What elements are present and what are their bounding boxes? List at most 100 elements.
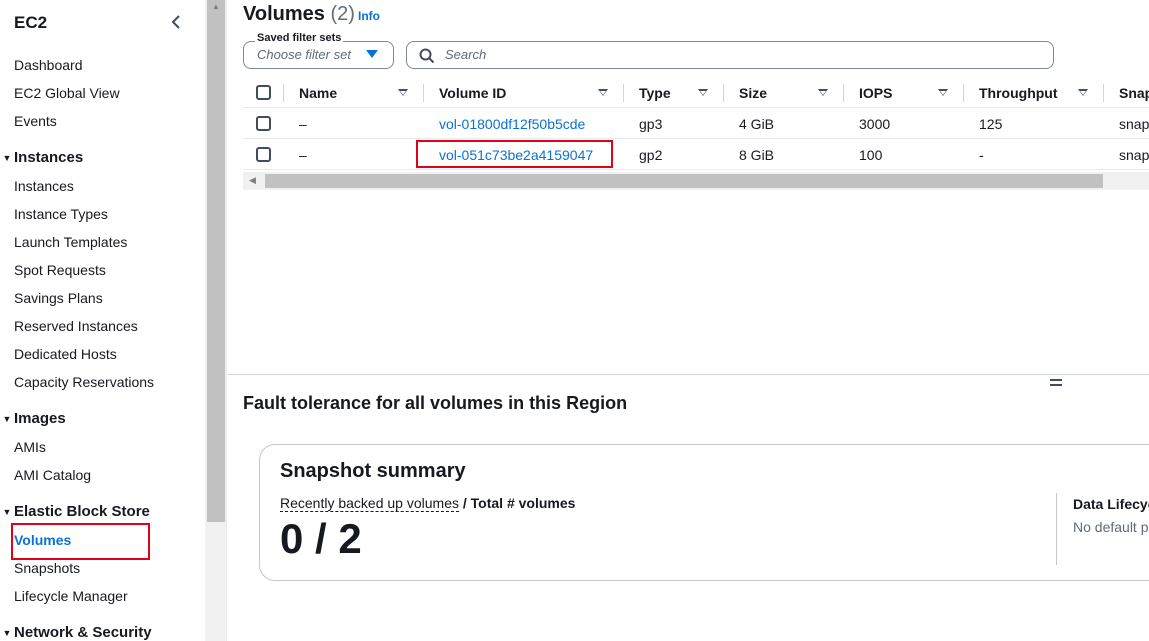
table-horizontal-scrollbar[interactable]: ◀ [243, 172, 1149, 190]
sidebar-item-amis[interactable]: AMIs [14, 439, 46, 455]
caret-down-icon [366, 50, 378, 58]
cell-size: 4 GiB [739, 115, 775, 132]
ec2-console: EC2 Dashboard EC2 Global View Events ▼ I… [0, 0, 1149, 641]
info-link[interactable]: Info [358, 9, 380, 23]
sort-icon[interactable] [938, 89, 948, 96]
sidebar-item-launch-templates[interactable]: Launch Templates [14, 234, 127, 250]
sidebar-section-label: Images [14, 410, 66, 427]
volume-count: (2) [330, 3, 355, 25]
sidebar-section-network-security[interactable]: ▼ Network & Security [0, 624, 152, 641]
page-title: Volumes (2) [243, 3, 355, 26]
saved-filter-set-label: Saved filter sets [255, 32, 344, 44]
sidebar-item-events[interactable]: Events [14, 113, 57, 129]
card-divider [1056, 493, 1057, 565]
column-separator [963, 84, 964, 102]
highlight-box [11, 523, 150, 560]
caret-down-icon: ▼ [2, 413, 12, 424]
column-header-volume-id[interactable]: Volume ID [439, 77, 506, 108]
column-header-name[interactable]: Name [299, 77, 337, 108]
split-panel-divider [228, 374, 1149, 375]
sidebar-section-images[interactable]: ▼ Images [0, 410, 66, 427]
cell-throughput: - [979, 146, 984, 163]
recently-backed-up-link[interactable]: Recently backed up volumes [280, 495, 459, 512]
column-separator [623, 84, 624, 102]
caret-down-icon: ▼ [2, 152, 12, 163]
cell-size: 8 GiB [739, 146, 775, 163]
scrollbar-thumb[interactable] [207, 0, 225, 522]
sidebar-section-instances[interactable]: ▼ Instances [0, 149, 84, 166]
sidebar-item-spot-requests[interactable]: Spot Requests [14, 262, 106, 278]
search-input[interactable]: Search [406, 41, 1054, 69]
column-separator [1103, 84, 1104, 102]
sidebar-section-elastic-block-store[interactable]: ▼ Elastic Block Store [0, 503, 150, 520]
total-volumes-label: / Total # volumes [459, 495, 576, 511]
sort-icon[interactable] [1078, 89, 1088, 96]
sidebar-item-instance-types[interactable]: Instance Types [14, 206, 108, 222]
scroll-up-icon[interactable]: ▲ [212, 2, 220, 11]
sidebar-section-label: Instances [14, 149, 84, 166]
main-content: Volumes (2) Info Saved filter sets Choos… [228, 0, 1149, 641]
volumes-table: Name Volume ID Type Size IOPS Throughput… [243, 77, 1149, 170]
sidebar-item-ami-catalog[interactable]: AMI Catalog [14, 467, 91, 483]
page-title-text: Volumes [243, 3, 325, 25]
scrollbar-thumb[interactable] [265, 174, 1103, 188]
column-header-type[interactable]: Type [639, 77, 671, 108]
search-placeholder: Search [445, 47, 487, 62]
fault-tolerance-title: Fault tolerance for all volumes in this … [243, 393, 628, 413]
cell-iops: 100 [859, 146, 883, 163]
sidebar-item-snapshots[interactable]: Snapshots [14, 560, 80, 576]
sidebar-section-label: Elastic Block Store [14, 503, 150, 520]
search-icon [419, 48, 435, 64]
cell-snapshot: snap [1119, 146, 1149, 163]
sidebar-item-ec2-global-view[interactable]: EC2 Global View [14, 85, 120, 101]
sort-icon[interactable] [398, 89, 408, 96]
sidebar-item-instances[interactable]: Instances [14, 178, 74, 194]
resize-handle-icon[interactable] [1050, 379, 1062, 389]
column-separator [423, 84, 424, 102]
sort-icon[interactable] [818, 89, 828, 96]
snapshot-summary-title: Snapshot summary [280, 460, 466, 482]
sidebar-nav: EC2 Dashboard EC2 Global View Events ▼ I… [0, 0, 205, 641]
scroll-left-icon[interactable]: ◀ [249, 175, 256, 186]
column-header-iops[interactable]: IOPS [859, 77, 892, 108]
cell-throughput: 125 [979, 115, 1003, 132]
cell-name: – [299, 146, 307, 163]
sidebar-section-label: Network & Security [14, 624, 152, 641]
saved-filter-set-select[interactable]: Saved filter sets Choose filter set [243, 32, 394, 69]
snapshot-summary-subtitle: Recently backed up volumes / Total # vol… [280, 495, 576, 512]
sidebar-title: EC2 [14, 13, 48, 32]
saved-filter-set-placeholder: Choose filter set [257, 47, 351, 62]
cell-name: – [299, 115, 307, 132]
cell-iops: 3000 [859, 115, 891, 132]
caret-down-icon: ▼ [2, 627, 12, 638]
table-header: Name Volume ID Type Size IOPS Throughput… [243, 77, 1149, 108]
column-separator [723, 84, 724, 102]
highlight-box [416, 140, 613, 168]
sort-icon[interactable] [698, 89, 708, 96]
caret-down-icon: ▼ [2, 506, 12, 517]
column-header-size[interactable]: Size [739, 77, 767, 108]
column-header-throughput[interactable]: Throughput [979, 77, 1058, 108]
row-checkbox[interactable] [256, 139, 271, 170]
data-lifecycle-title: Data Lifecyc [1073, 496, 1149, 512]
table-row[interactable]: – vol-01800df12f50b5cde gp3 4 GiB 3000 1… [243, 108, 1149, 139]
sort-icon[interactable] [598, 89, 608, 96]
sidebar-item-capacity-reservations[interactable]: Capacity Reservations [14, 374, 154, 390]
sidebar-item-dashboard[interactable]: Dashboard [14, 57, 83, 73]
table-row[interactable]: – vol-051c73be2a4159047 gp2 8 GiB 100 - … [243, 139, 1149, 170]
select-all-checkbox[interactable] [256, 77, 271, 108]
data-lifecycle-text: No default p [1073, 519, 1149, 535]
cell-type: gp3 [639, 115, 663, 132]
sidebar-item-dedicated-hosts[interactable]: Dedicated Hosts [14, 346, 117, 362]
sidebar-scrollbar[interactable]: ▲ [205, 0, 227, 641]
cell-type: gp2 [639, 146, 663, 163]
sidebar-item-lifecycle-manager[interactable]: Lifecycle Manager [14, 588, 128, 604]
volume-id-link[interactable]: vol-01800df12f50b5cde [439, 108, 585, 139]
chevron-left-icon[interactable] [168, 10, 184, 34]
sidebar-item-reserved-instances[interactable]: Reserved Instances [14, 318, 138, 334]
backed-up-ratio: 0 / 2 [280, 515, 362, 562]
row-checkbox[interactable] [256, 108, 271, 139]
column-header-snapshot[interactable]: Snap [1119, 77, 1149, 108]
sidebar-item-savings-plans[interactable]: Savings Plans [14, 290, 103, 306]
column-separator [283, 84, 284, 102]
